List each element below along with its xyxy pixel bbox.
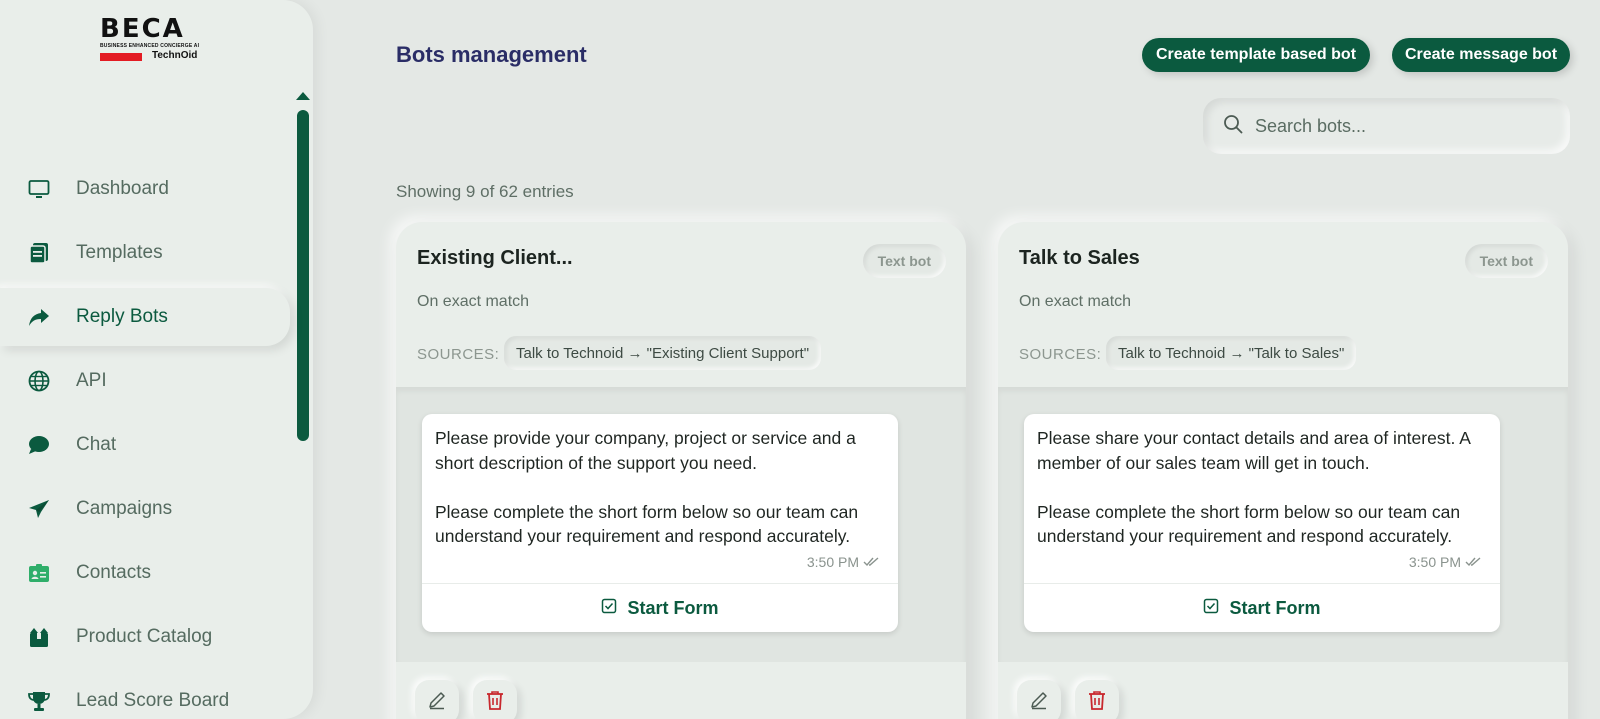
bot-match-type: On exact match [417,293,530,310]
bot-type-badge: Text bot [1464,244,1548,278]
sidebar-item-label: Campaigns [76,498,173,519]
id-card-icon [28,562,50,584]
message-text: Please provide your company, project or … [435,428,859,546]
edit-button[interactable] [1017,680,1061,719]
logo-subtitle: BUSINESS ENHANCED CONCIERGE AI [100,43,200,49]
sidebar-item-product-catalog[interactable]: Product Catalog [0,608,290,666]
message-text: Please share your contact details and ar… [1037,428,1470,546]
sidebar-nav: Dashboard Templates Reply Bots API Chat [0,160,290,719]
sidebar-item-reply-bots[interactable]: Reply Bots [0,288,290,346]
sidebar-scrollbar[interactable] [297,110,309,441]
create-template-bot-button[interactable]: Create template based bot [1142,38,1370,72]
sidebar-item-dashboard[interactable]: Dashboard [0,160,290,218]
entries-count: Showing 9 of 62 entries [396,182,574,201]
double-check-icon [863,554,880,570]
start-form-button[interactable]: Start Form [422,584,898,632]
card-actions [1017,680,1119,719]
pencil-icon [427,690,447,715]
edit-button[interactable] [415,680,459,719]
sidebar-item-label: Dashboard [76,178,169,199]
logo-word: BECA [100,14,185,44]
globe-icon [28,370,50,392]
pencil-icon [1029,690,1049,715]
sidebar-item-label: Chat [76,434,117,455]
message-preview-area: Please provide your company, project or … [396,387,966,662]
monitor-icon [28,178,50,200]
sources-label: SOURCES: [1019,346,1102,363]
logo-red-bar [100,53,142,61]
message-preview-area: Please share your contact details and ar… [998,387,1568,662]
reply-arrow-icon [28,306,50,328]
search-box [1203,98,1570,154]
paper-plane-icon [28,498,50,520]
scroll-up-arrow[interactable] [296,92,310,100]
delete-button[interactable] [473,680,517,719]
chat-bubble-icon [28,434,50,456]
delete-button[interactable] [1075,680,1119,719]
start-form-label: Start Form [1229,597,1321,618]
search-input[interactable] [1255,115,1555,137]
start-form-button[interactable]: Start Form [1024,584,1500,632]
sidebar-item-label: API [76,370,107,391]
sidebar-item-api[interactable]: API [0,352,290,410]
sidebar-item-campaigns[interactable]: Campaigns [0,480,290,538]
trash-icon [1088,690,1106,715]
sidebar-item-templates[interactable]: Templates [0,224,290,282]
trophy-icon [28,690,50,712]
sidebar-item-label: Product Catalog [76,626,213,647]
message-bubble: Please provide your company, project or … [422,414,898,632]
beca-logo[interactable]: BECA BUSINESS ENHANCED CONCIERGE AI Tech… [100,16,204,64]
sources-label: SOURCES: [417,346,500,363]
message-time: 3:50 PM [807,554,880,570]
checkbox-form-icon [601,598,617,619]
sidebar-item-lead-score-board[interactable]: Lead Score Board [0,672,290,719]
checkbox-form-icon [1203,598,1219,619]
sidebar-item-contacts[interactable]: Contacts [0,544,290,602]
bot-title: Talk to Sales [1019,247,1140,269]
bot-type-badge: Text bot [862,244,946,278]
sidebar-item-label: Templates [76,242,163,263]
sidebar-item-label: Contacts [76,562,151,583]
search-icon [1223,114,1243,139]
box-icon [28,626,50,648]
bot-card: Existing Client... Text bot On exact mat… [396,222,966,719]
document-icon [28,242,50,264]
create-message-bot-button[interactable]: Create message bot [1392,38,1570,72]
message-time: 3:50 PM [1409,554,1482,570]
source-pill: Talk to Technoid → "Talk to Sales" [1106,336,1357,370]
page-title: Bots management [396,42,587,67]
trash-icon [486,690,504,715]
double-check-icon [1465,554,1482,570]
sidebar: BECA BUSINESS ENHANCED CONCIERGE AI Tech… [0,0,313,719]
sidebar-item-label: Lead Score Board [76,690,230,711]
source-pill: Talk to Technoid → "Existing Client Supp… [504,336,822,370]
card-actions [415,680,517,719]
bot-card: Talk to Sales Text bot On exact match SO… [998,222,1568,719]
sidebar-item-chat[interactable]: Chat [0,416,290,474]
message-bubble: Please share your contact details and ar… [1024,414,1500,632]
bot-match-type: On exact match [1019,293,1132,310]
message-timestamp: 3:50 PM [806,554,859,570]
sidebar-item-label: Reply Bots [76,306,168,327]
start-form-label: Start Form [627,597,719,618]
bot-title: Existing Client... [417,247,573,269]
logo-tech: TechnOid [152,50,198,61]
message-timestamp: 3:50 PM [1408,554,1461,570]
